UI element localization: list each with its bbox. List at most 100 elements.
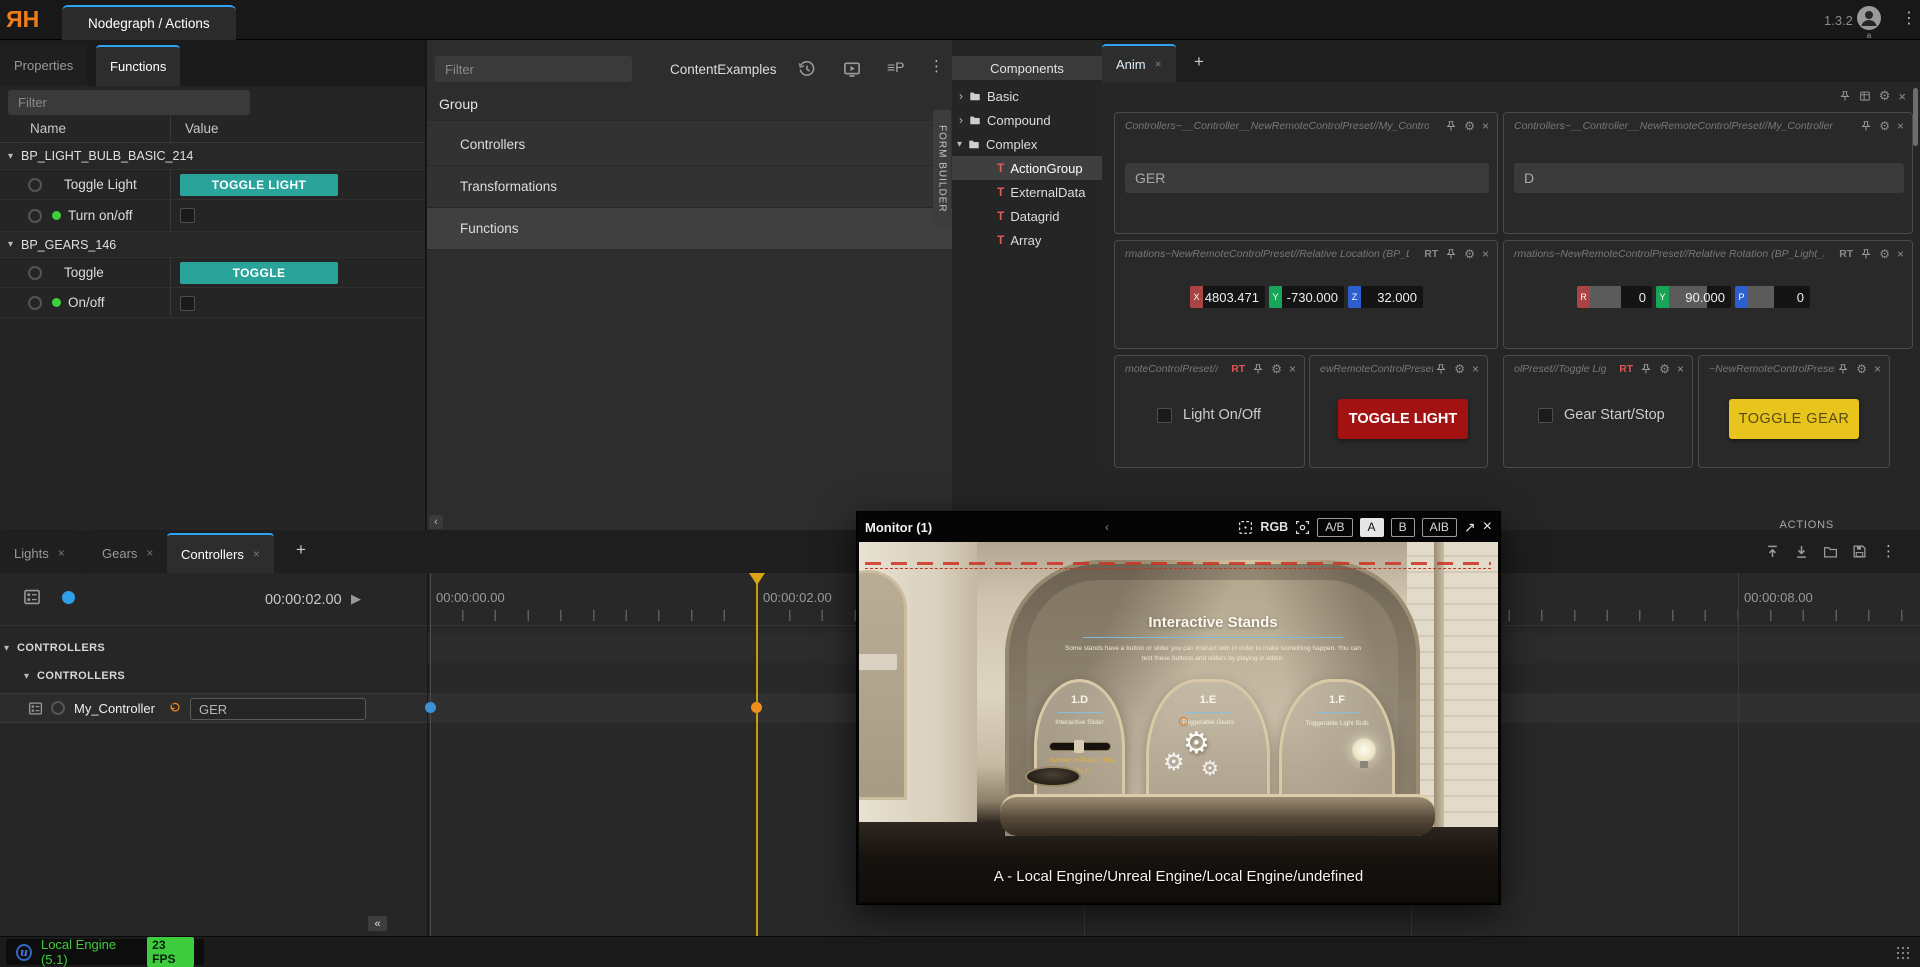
- grid-layout-icon[interactable]: [1859, 90, 1871, 102]
- controller-value-input[interactable]: [190, 698, 366, 720]
- play-icon[interactable]: ▶: [351, 591, 361, 607]
- components-folder-complex[interactable]: ▾ Complex: [952, 132, 1102, 156]
- gear-icon[interactable]: ⚙: [1879, 119, 1890, 133]
- avatar[interactable]: a: [1856, 5, 1882, 40]
- group-item-transformations[interactable]: Transformations: [427, 166, 952, 208]
- toggle-gear-action-button[interactable]: TOGGLE GEAR: [1729, 399, 1859, 439]
- pin-icon[interactable]: [1640, 363, 1652, 375]
- close-icon[interactable]: ×: [1472, 362, 1479, 376]
- group-row-light-bulb[interactable]: ▾ BP_LIGHT_BULB_BASIC_214: [0, 143, 425, 170]
- tree-row-my-controller[interactable]: My_Controller: [0, 693, 427, 723]
- add-tab-icon[interactable]: +: [1194, 52, 1204, 72]
- radio-icon[interactable]: [28, 178, 42, 192]
- toggle-button[interactable]: TOGGLE: [180, 262, 338, 284]
- radio-icon[interactable]: [28, 266, 42, 280]
- functions-filter-input[interactable]: [8, 90, 250, 115]
- turn-onoff-checkbox[interactable]: [180, 208, 195, 223]
- collapse-left-icon[interactable]: ‹: [429, 515, 443, 529]
- monitor-window[interactable]: Monitor (1) ‹ RGB A/B A B AIB ↗ × Intera…: [856, 511, 1501, 905]
- form-builder-vertical-tab[interactable]: FORM BUILDER: [933, 110, 951, 227]
- gear-icon[interactable]: ⚙: [1464, 247, 1475, 261]
- pin-icon[interactable]: [1839, 90, 1851, 102]
- y-field[interactable]: Y-730.000: [1269, 286, 1344, 308]
- pitch-field[interactable]: P0: [1735, 286, 1810, 308]
- components-item-actiongroup[interactable]: T ActionGroup: [952, 156, 1102, 180]
- b-view-button[interactable]: B: [1391, 518, 1415, 537]
- tree-root-controllers[interactable]: ▾ CONTROLLERS: [4, 642, 105, 654]
- undo-icon[interactable]: [169, 702, 181, 714]
- timeline-menu-icon[interactable]: ⋮: [1881, 542, 1896, 560]
- x-field[interactable]: X4803.471: [1190, 286, 1265, 308]
- z-field[interactable]: Z32.000: [1348, 286, 1423, 308]
- close-icon[interactable]: ×: [1898, 89, 1906, 104]
- tab-functions[interactable]: Functions: [96, 45, 180, 86]
- gear-icon[interactable]: ⚙: [1271, 362, 1282, 376]
- ab-compare-button[interactable]: A/B: [1317, 518, 1352, 537]
- onoff-checkbox[interactable]: [180, 296, 195, 311]
- gear-icon[interactable]: ⚙: [1454, 362, 1465, 376]
- roll-field[interactable]: R0: [1577, 286, 1652, 308]
- gear-icon[interactable]: ⚙: [1464, 119, 1475, 133]
- close-icon[interactable]: ×: [1677, 362, 1684, 376]
- controller-text-input[interactable]: [1514, 163, 1904, 193]
- close-icon[interactable]: ×: [1482, 119, 1489, 133]
- folder-icon[interactable]: [1823, 544, 1838, 559]
- radio-icon[interactable]: [28, 296, 42, 310]
- pin-icon[interactable]: [1860, 120, 1872, 132]
- a-view-button[interactable]: A: [1360, 518, 1384, 537]
- focus-target-icon[interactable]: [1295, 520, 1310, 535]
- monitor-viewport[interactable]: Interactive Stands Some stands have a bu…: [859, 542, 1498, 902]
- toggle-light-action-button[interactable]: TOGGLE LIGHT: [1338, 399, 1468, 439]
- tab-anim[interactable]: Anim×: [1102, 44, 1176, 82]
- history-icon[interactable]: [798, 60, 816, 78]
- radio-icon[interactable]: [51, 701, 65, 715]
- engine-status-pill[interactable]: u Local Engine (5.1) 23 FPS: [6, 939, 204, 965]
- close-icon[interactable]: ×: [1482, 247, 1489, 261]
- close-icon[interactable]: ×: [1897, 247, 1904, 261]
- pin-icon[interactable]: [1435, 363, 1447, 375]
- keyframe-orange[interactable]: [751, 702, 762, 713]
- gear-icon[interactable]: ⚙: [1856, 362, 1867, 376]
- playhead-line[interactable]: [756, 573, 758, 936]
- tab-properties[interactable]: Properties: [0, 45, 87, 86]
- collapse-tree-icon[interactable]: «: [368, 916, 387, 931]
- group-row-gears[interactable]: ▾ BP_GEARS_146: [0, 232, 425, 258]
- topbar-menu-icon[interactable]: ⋮: [1901, 8, 1917, 28]
- tree-child-controllers[interactable]: ▾ CONTROLLERS: [24, 670, 125, 682]
- record-indicator-dot[interactable]: [62, 591, 75, 604]
- pin-icon[interactable]: [1445, 248, 1457, 260]
- tab-controllers[interactable]: Controllers×: [167, 533, 274, 573]
- components-item-externaldata[interactable]: T ExternalData: [952, 180, 1102, 204]
- add-tab-icon[interactable]: +: [296, 540, 306, 560]
- playhead-marker[interactable]: [749, 573, 765, 585]
- close-icon[interactable]: ×: [1155, 57, 1162, 71]
- close-icon[interactable]: ×: [253, 547, 260, 561]
- resize-grip-icon[interactable]: [1897, 947, 1899, 949]
- components-item-array[interactable]: T Array: [952, 228, 1102, 252]
- components-folder-basic[interactable]: › Basic: [952, 84, 1102, 108]
- fit-view-icon[interactable]: [1238, 520, 1253, 535]
- controller-text-input[interactable]: [1125, 163, 1489, 193]
- close-icon[interactable]: ×: [58, 546, 65, 560]
- pin-icon[interactable]: [1252, 363, 1264, 375]
- sequence-form-icon[interactable]: [23, 588, 41, 606]
- yaw-field[interactable]: Y90.000: [1656, 286, 1731, 308]
- play-preview-icon[interactable]: [843, 60, 861, 78]
- gear-icon[interactable]: ⚙: [1879, 88, 1891, 104]
- gear-startstop-checkbox[interactable]: [1538, 408, 1553, 423]
- group-item-functions[interactable]: Functions: [427, 208, 952, 250]
- radio-icon[interactable]: [28, 209, 42, 223]
- rgb-mode-label[interactable]: RGB: [1260, 520, 1288, 534]
- close-icon[interactable]: ×: [1289, 362, 1296, 376]
- close-icon[interactable]: ×: [1897, 119, 1904, 133]
- form-preview-icon[interactable]: ≡P: [887, 59, 905, 75]
- pin-icon[interactable]: [1860, 248, 1872, 260]
- gear-icon[interactable]: ⚙: [1879, 247, 1890, 261]
- components-item-datagrid[interactable]: T Datagrid: [952, 204, 1102, 228]
- tab-lights[interactable]: Lights×: [0, 533, 79, 573]
- group-panel-menu-icon[interactable]: ⋮: [929, 57, 944, 75]
- gear-icon[interactable]: ⚙: [1659, 362, 1670, 376]
- upload-icon[interactable]: [1765, 544, 1780, 559]
- pin-icon[interactable]: [1445, 120, 1457, 132]
- pin-icon[interactable]: [1837, 363, 1849, 375]
